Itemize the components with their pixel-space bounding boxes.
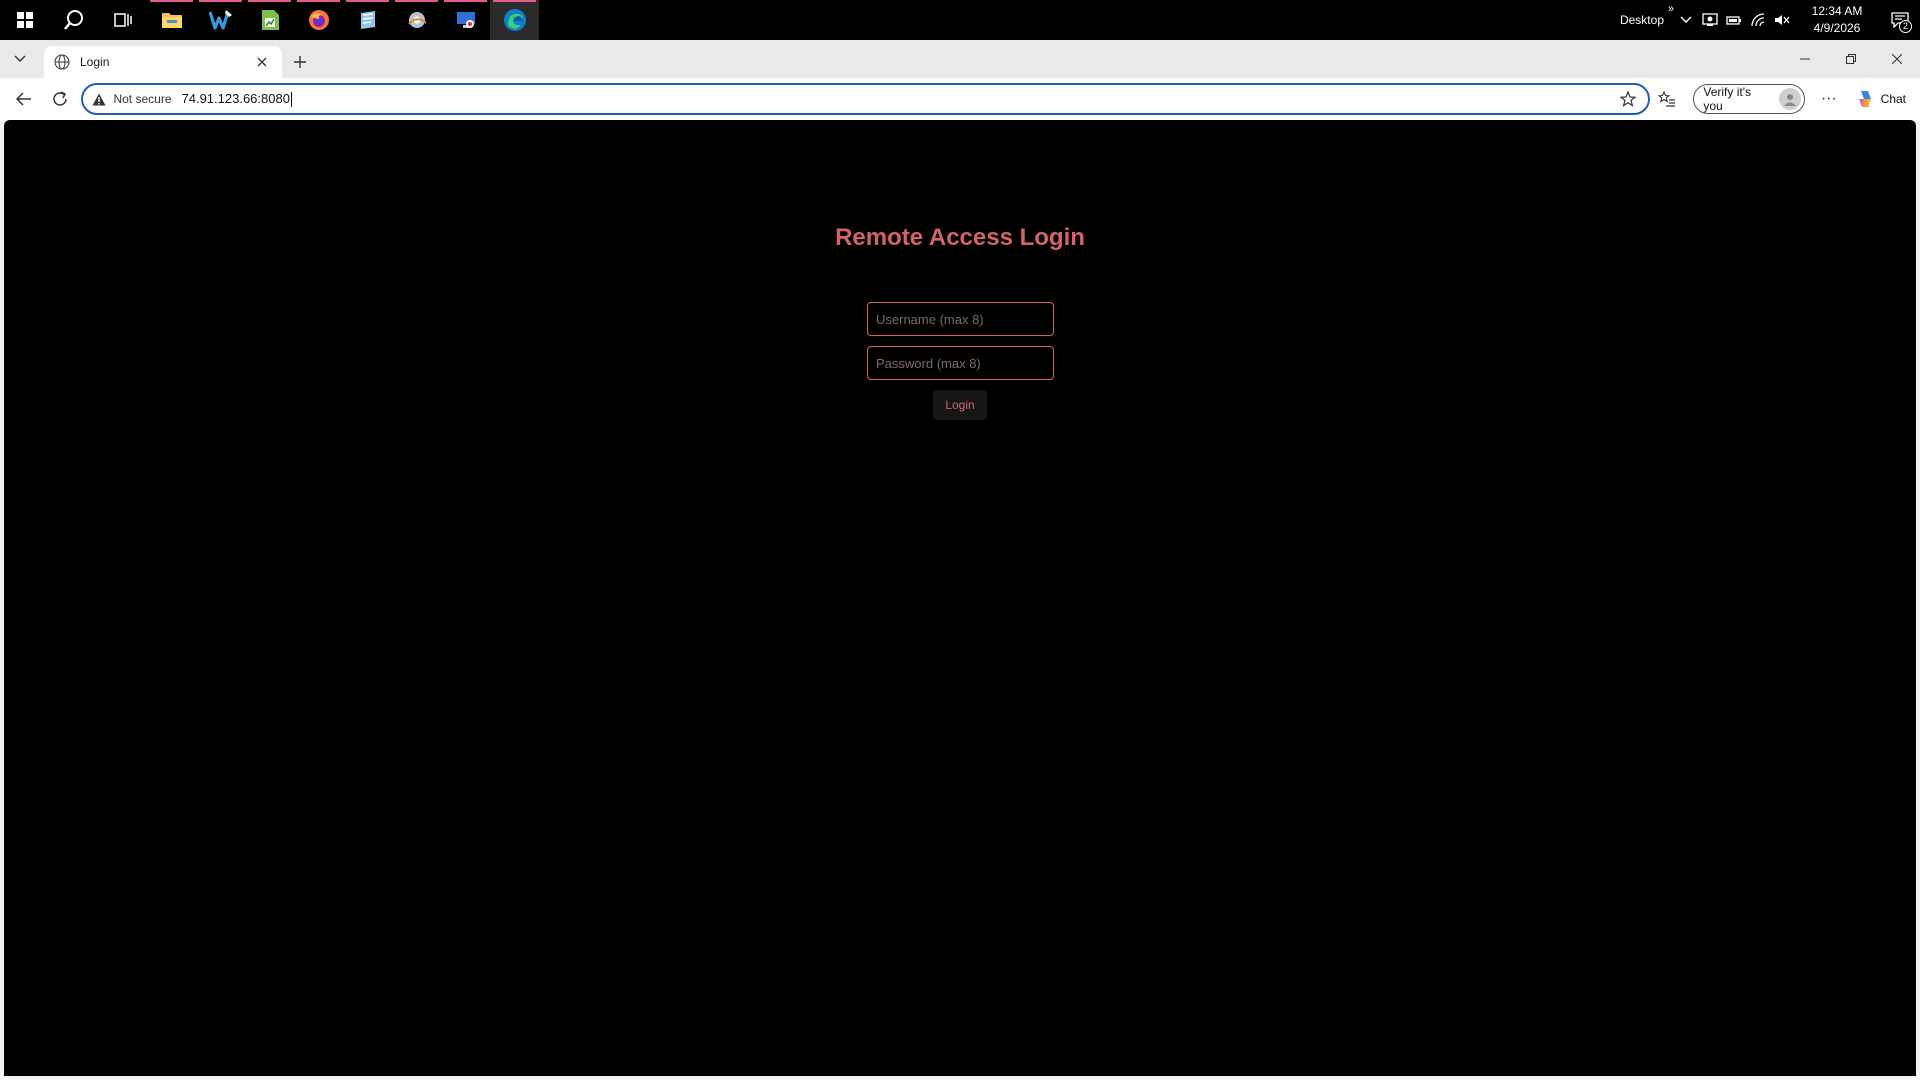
firefox-icon <box>308 10 329 30</box>
refresh-button[interactable] <box>42 83 78 115</box>
clock-date: 4/9/2026 <box>1813 21 1861 35</box>
desktop-toolbar-label: Desktop <box>1619 13 1664 27</box>
refresh-icon <box>52 91 67 106</box>
taskbar-notes-app[interactable] <box>343 0 392 40</box>
taskbar-edge[interactable] <box>490 0 539 40</box>
close-icon <box>1892 54 1902 64</box>
restore-button[interactable] <box>1828 40 1874 78</box>
edge-icon <box>503 9 526 31</box>
copilot-icon <box>1858 91 1871 107</box>
notification-count-badge: 2 <box>1899 20 1912 33</box>
warning-icon <box>91 91 107 107</box>
window-close-button[interactable] <box>1874 40 1920 78</box>
tray-overflow-button[interactable] <box>1674 0 1698 40</box>
tray-network[interactable] <box>1746 0 1770 40</box>
notification-center-button[interactable]: 2 <box>1880 0 1920 40</box>
verify-label: Verify it's you <box>1703 85 1751 113</box>
desktop-toolbar[interactable]: Desktop » <box>1619 3 1674 27</box>
page-content: Remote Access Login Login <box>4 120 1916 1076</box>
taskbar-remote-desktop[interactable] <box>441 0 490 40</box>
security-tray-icon <box>1702 13 1718 26</box>
task-view-icon <box>113 13 132 27</box>
favorites-button[interactable] <box>1650 83 1686 115</box>
url-text[interactable]: 74.91.123.66:8080 <box>181 90 292 108</box>
minimize-button[interactable] <box>1782 40 1828 78</box>
browser-toolbar: Not secure 74.91.123.66:8080 Verify it's… <box>0 78 1920 120</box>
favorite-button[interactable] <box>1616 87 1640 111</box>
back-button[interactable] <box>6 83 42 115</box>
avatar <box>1779 88 1801 110</box>
remote-desktop-icon <box>456 12 475 28</box>
settings-app-icon <box>407 12 427 28</box>
tray-volume[interactable] <box>1770 0 1794 40</box>
tab-actions-button[interactable] <box>0 40 40 78</box>
taskbar-apps <box>0 0 539 40</box>
tray-battery[interactable] <box>1722 0 1746 40</box>
plus-icon <box>294 56 306 68</box>
file-explorer-icon <box>161 13 182 28</box>
url-value: 74.91.123.66:8080 <box>181 90 290 106</box>
taskbar-spreadsheet-app[interactable] <box>245 0 294 40</box>
toolbar-expand-icon: » <box>1667 3 1674 15</box>
tab-close-button[interactable] <box>252 52 272 72</box>
chevron-up-icon <box>1680 16 1692 23</box>
start-button[interactable] <box>0 0 49 40</box>
taskbar-writer-app[interactable] <box>196 0 245 40</box>
chat-label: Chat <box>1880 92 1907 106</box>
spreadsheet-app-icon <box>261 10 279 30</box>
settings-more-button[interactable]: ··· <box>1811 83 1847 115</box>
taskbar-settings-app[interactable] <box>392 0 441 40</box>
browser-window: Login Not secure 74.91.123.66:8080 Verif… <box>0 40 1920 1080</box>
tray-security[interactable] <box>1698 0 1722 40</box>
task-view-button[interactable] <box>98 0 147 40</box>
battery-icon <box>1726 16 1741 25</box>
tab-login[interactable]: Login <box>44 46 282 78</box>
window-controls <box>1782 40 1920 78</box>
text-caret <box>290 92 292 108</box>
minimize-icon <box>1800 58 1810 60</box>
password-input[interactable] <box>867 346 1054 380</box>
login-title: Remote Access Login <box>835 224 1085 251</box>
writer-app-icon <box>208 10 232 30</box>
wifi-icon <box>1751 13 1765 27</box>
globe-icon <box>54 54 70 70</box>
search-icon <box>63 10 83 30</box>
address-bar[interactable]: Not secure 74.91.123.66:8080 <box>81 83 1650 115</box>
not-secure-indicator[interactable]: Not secure <box>113 92 171 106</box>
username-input[interactable] <box>867 302 1054 336</box>
clock-time: 12:34 AM <box>1811 4 1863 18</box>
tab-title: Login <box>80 55 110 69</box>
profile-verify-button[interactable]: Verify it's you <box>1693 84 1805 114</box>
taskbar-clock[interactable]: 12:34 AM 4/9/2026 <box>1798 3 1876 37</box>
volume-muted-icon <box>1775 15 1790 25</box>
restore-icon <box>1846 54 1856 64</box>
taskbar-firefox[interactable] <box>294 0 343 40</box>
login-button[interactable]: Login <box>933 390 987 420</box>
taskbar-search-button[interactable] <box>49 0 98 40</box>
arrow-left-icon <box>15 92 31 106</box>
tab-strip: Login <box>0 40 1920 78</box>
system-tray: Desktop » 12:34 AM 4/9/2026 2 <box>1620 0 1920 40</box>
close-icon <box>257 57 267 67</box>
windows-taskbar: Desktop » 12:34 AM 4/9/2026 2 <box>0 0 1920 40</box>
new-tab-button[interactable] <box>282 46 318 78</box>
user-icon <box>1784 94 1797 106</box>
notes-app-icon <box>360 11 375 29</box>
windows-start-icon <box>16 12 33 28</box>
taskbar-file-explorer[interactable] <box>147 0 196 40</box>
favorites-list-icon <box>1658 91 1676 107</box>
copilot-chat-button[interactable]: Chat <box>1847 83 1914 115</box>
chevron-down-icon <box>14 55 26 62</box>
star-icon <box>1619 91 1636 107</box>
